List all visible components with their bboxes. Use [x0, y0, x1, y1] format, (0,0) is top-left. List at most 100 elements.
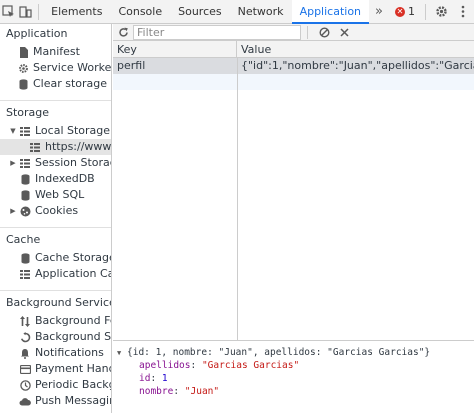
- sidebar-item-service-workers[interactable]: Service Workers: [0, 60, 111, 76]
- storage-panel: Key Value perfil {"id":1,"nombre":"Juan"…: [113, 24, 474, 413]
- sidebar-item-background-sync[interactable]: Background Sync: [0, 329, 111, 345]
- sidebar-item-session-storage[interactable]: ▶ Session Storage: [0, 155, 111, 171]
- preview-summary-text: {id: 1, nombre: "Juan", apellidos: "Garc…: [127, 347, 431, 358]
- sidebar-item-label: https://www.coo: [45, 140, 111, 153]
- column-header-value[interactable]: Value: [237, 41, 474, 57]
- tab-application[interactable]: Application: [291, 0, 370, 24]
- sidebar-item-manifest[interactable]: Manifest: [0, 44, 111, 60]
- sidebar-item-application-cache[interactable]: Application Cache: [0, 266, 111, 282]
- device-toggle-icon[interactable]: [17, 0, 34, 24]
- expand-down-icon[interactable]: ▼: [117, 347, 127, 360]
- table-header: Key Value: [113, 41, 474, 58]
- table-body: perfil {"id":1,"nombre":"Juan","apellido…: [113, 58, 474, 340]
- kebab-menu-icon[interactable]: [452, 0, 474, 24]
- error-icon: ✕: [395, 6, 405, 17]
- sidebar-item-label: Background Fetch: [35, 314, 111, 327]
- cell-key[interactable]: perfil: [113, 58, 237, 74]
- column-divider: [237, 58, 238, 340]
- cookie-icon: [18, 203, 32, 219]
- card-icon: [18, 361, 32, 377]
- clear-all-button[interactable]: [314, 24, 334, 41]
- sidebar-item-cache-storage[interactable]: Cache Storage: [0, 250, 111, 266]
- preview-prop-nombre: nombre: "Juan": [139, 386, 220, 397]
- preview-prop-id: id: 1: [139, 373, 168, 384]
- value-preview: ▼ {id: 1, nombre: "Juan", apellidos: "Gar…: [113, 342, 474, 413]
- prop-value: 1: [161, 373, 168, 384]
- error-count: 1: [408, 5, 415, 18]
- expand-right-icon[interactable]: ▶: [8, 155, 18, 171]
- delete-selected-button[interactable]: [334, 24, 354, 41]
- grid-icon: [18, 123, 32, 139]
- sidebar-item-label: Notifications: [35, 346, 104, 359]
- section-title-application: Application: [6, 27, 68, 40]
- sidebar-item-local-storage-origin[interactable]: https://www.coo: [0, 139, 111, 155]
- error-counter[interactable]: ✕ 1: [389, 5, 421, 18]
- sidebar-item-label: Session Storage: [35, 156, 111, 169]
- prop-name: apellidos: [139, 360, 191, 371]
- empty-row: [113, 74, 474, 90]
- sidebar-item-payment-handler[interactable]: Payment Handler: [0, 361, 111, 377]
- prop-name: id: [139, 373, 151, 384]
- tab-sources[interactable]: Sources: [170, 0, 230, 24]
- tab-console[interactable]: Console: [110, 0, 170, 24]
- prop-value: "Garcias Garcias": [201, 360, 300, 371]
- cell-value[interactable]: {"id":1,"nombre":"Juan","apellidos":"Gar…: [237, 58, 474, 74]
- prop-name: nombre: [139, 386, 174, 397]
- sidebar-item-label: Clear storage: [33, 77, 108, 90]
- section-title-storage: Storage: [6, 106, 50, 119]
- section-title-background-services: Background Services: [6, 296, 112, 309]
- section-title-cache: Cache: [6, 233, 41, 246]
- sidebar-item-local-storage[interactable]: ▼ Local Storage: [0, 123, 111, 139]
- sidebar-item-label: Background Sync: [35, 330, 111, 343]
- inspect-icon[interactable]: [0, 0, 17, 24]
- sidebar-item-label: Payment Handler: [35, 362, 111, 375]
- sidebar-item-web-sql[interactable]: Web SQL: [0, 187, 111, 203]
- document-icon: [16, 44, 30, 60]
- sidebar-item-clear-storage[interactable]: Clear storage: [0, 76, 111, 92]
- clock-icon: [18, 377, 32, 393]
- bell-icon: [18, 345, 32, 361]
- application-sidebar: Application Manifest Service Workers Cle…: [0, 24, 112, 413]
- sidebar-item-label: Push Messaging: [35, 394, 111, 407]
- toolbar-divider: [38, 3, 40, 20]
- database-icon: [16, 76, 30, 92]
- toolbar-right: ✕ 1: [389, 0, 474, 24]
- toolbar-divider: [425, 3, 426, 20]
- sidebar-item-label: Web SQL: [35, 188, 85, 201]
- sidebar-item-label: Cookies: [35, 204, 79, 217]
- grid-icon: [18, 266, 32, 282]
- refresh-icon: [118, 27, 128, 37]
- block-icon: [318, 26, 330, 38]
- tab-network[interactable]: Network: [230, 0, 292, 24]
- expand-right-icon[interactable]: ▶: [8, 203, 18, 219]
- tab-elements[interactable]: Elements: [43, 0, 110, 24]
- grid-icon: [28, 139, 42, 155]
- toolbar-divider: [307, 25, 308, 39]
- expand-down-icon[interactable]: ▼: [8, 123, 18, 139]
- sidebar-item-indexeddb[interactable]: IndexedDB: [0, 171, 111, 187]
- sidebar-item-background-fetch[interactable]: Background Fetch: [0, 313, 111, 329]
- sync-icon: [18, 329, 32, 345]
- close-icon: [339, 27, 349, 37]
- devtools-tabbar: Elements Console Sources Network Applica…: [0, 0, 474, 24]
- sidebar-item-push-messaging[interactable]: Push Messaging: [0, 393, 111, 409]
- sidebar-item-label: Service Workers: [33, 61, 111, 74]
- sidebar-item-periodic-background-sync[interactable]: Periodic Background: [0, 377, 111, 393]
- table-row[interactable]: perfil {"id":1,"nombre":"Juan","apellido…: [113, 58, 474, 74]
- more-tabs-button[interactable]: »: [369, 4, 389, 19]
- preview-prop-apellidos: apellidos: "Garcias Garcias": [139, 360, 300, 371]
- section-divider: [0, 100, 111, 101]
- sidebar-item-notifications[interactable]: Notifications: [0, 345, 111, 361]
- sidebar-item-label: Periodic Background: [35, 378, 111, 391]
- storage-toolbar: [113, 24, 474, 41]
- sidebar-item-label: Local Storage: [35, 124, 111, 137]
- gear-icon[interactable]: [430, 0, 452, 24]
- refresh-button[interactable]: [113, 24, 133, 41]
- filter-input[interactable]: [133, 24, 301, 40]
- column-header-key[interactable]: Key: [113, 41, 237, 57]
- sidebar-item-cookies[interactable]: ▶ Cookies: [0, 203, 111, 219]
- sidebar-item-label: IndexedDB: [35, 172, 95, 185]
- sidebar-item-label: Manifest: [33, 45, 80, 58]
- cloud-icon: [18, 393, 32, 409]
- preview-summary[interactable]: ▼ {id: 1, nombre: "Juan", apellidos: "Gar…: [117, 346, 470, 359]
